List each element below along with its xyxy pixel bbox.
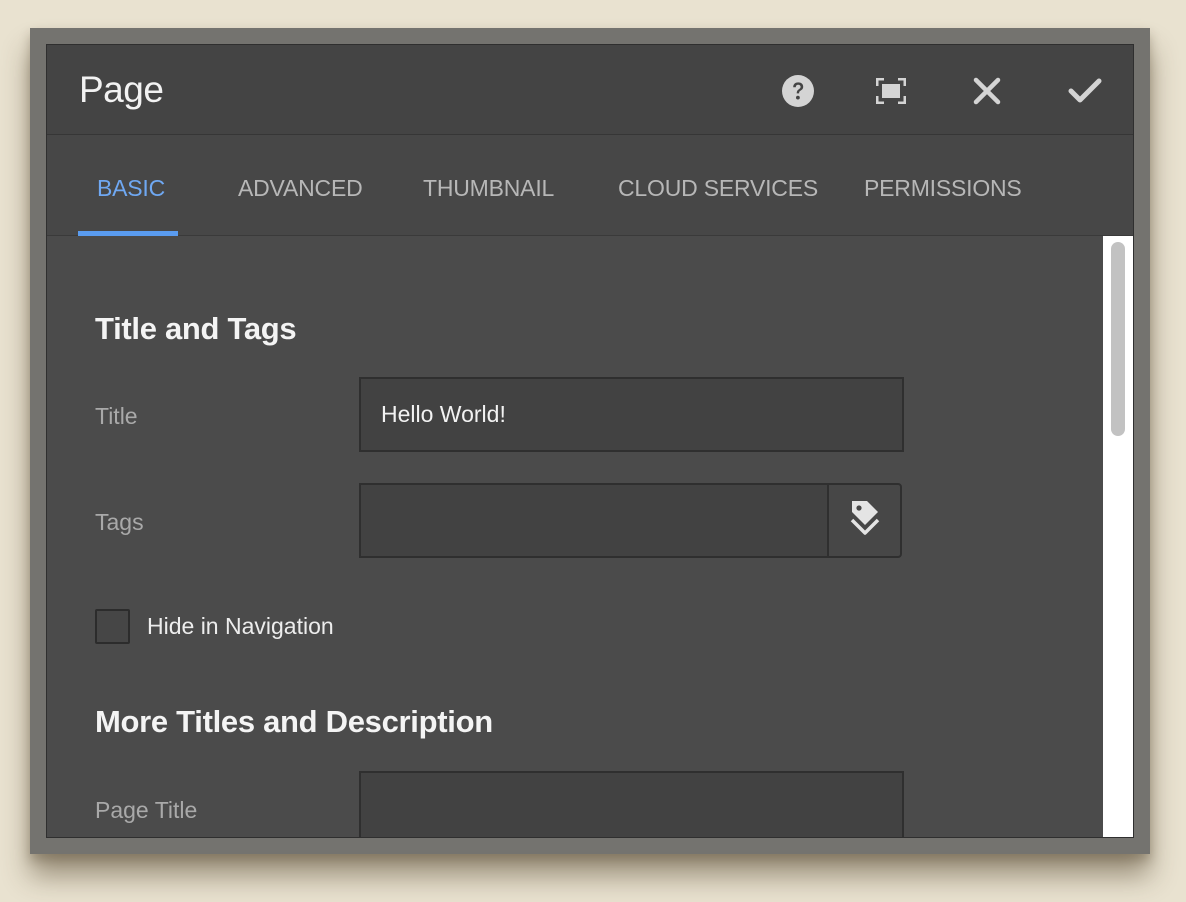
tags-picker-button[interactable] (827, 483, 902, 558)
tags-label: Tags (95, 509, 144, 535)
help-button[interactable] (776, 69, 820, 113)
content-scrollbar[interactable] (1103, 236, 1133, 837)
tab-thumbnail[interactable]: THUMBNAIL (423, 175, 554, 202)
page-title-label: Page Title (95, 797, 198, 823)
fullscreen-icon (876, 78, 906, 104)
tab-basic[interactable]: BASIC (97, 175, 165, 202)
tags-field (359, 483, 902, 558)
checkmark-icon (1068, 77, 1102, 105)
tag-icon (850, 499, 880, 542)
dialog-title: Page (79, 69, 164, 110)
title-input[interactable] (359, 377, 904, 452)
hide-in-navigation-label[interactable]: Hide in Navigation (147, 613, 334, 640)
fullscreen-button[interactable] (869, 69, 913, 113)
tab-cloud-services[interactable]: CLOUD SERVICES (618, 175, 818, 202)
close-icon (973, 77, 1001, 105)
dialog-content[interactable]: Title and Tags Title Tags Hide in Naviga… (47, 236, 1103, 837)
title-label: Title (95, 403, 138, 429)
done-button[interactable] (1063, 69, 1107, 113)
tab-advanced[interactable]: ADVANCED (238, 175, 363, 202)
page-properties-dialog: Page BASIC ADVANCED THUMBNAIL CLOUD SERV… (46, 44, 1134, 838)
dialog-titlebar: Page (47, 45, 1133, 135)
close-button[interactable] (965, 69, 1009, 113)
page-title-input[interactable] (359, 771, 904, 837)
section-heading-title-and-tags: Title and Tags (95, 311, 297, 346)
hide-in-navigation-checkbox[interactable] (95, 609, 130, 644)
tab-permissions[interactable]: PERMISSIONS (864, 175, 1022, 202)
section-heading-more-titles: More Titles and Description (95, 704, 493, 739)
tags-input[interactable] (359, 483, 828, 558)
tab-bar: BASIC ADVANCED THUMBNAIL CLOUD SERVICES … (47, 135, 1133, 236)
help-icon (781, 74, 815, 108)
scrollbar-thumb[interactable] (1111, 242, 1125, 436)
